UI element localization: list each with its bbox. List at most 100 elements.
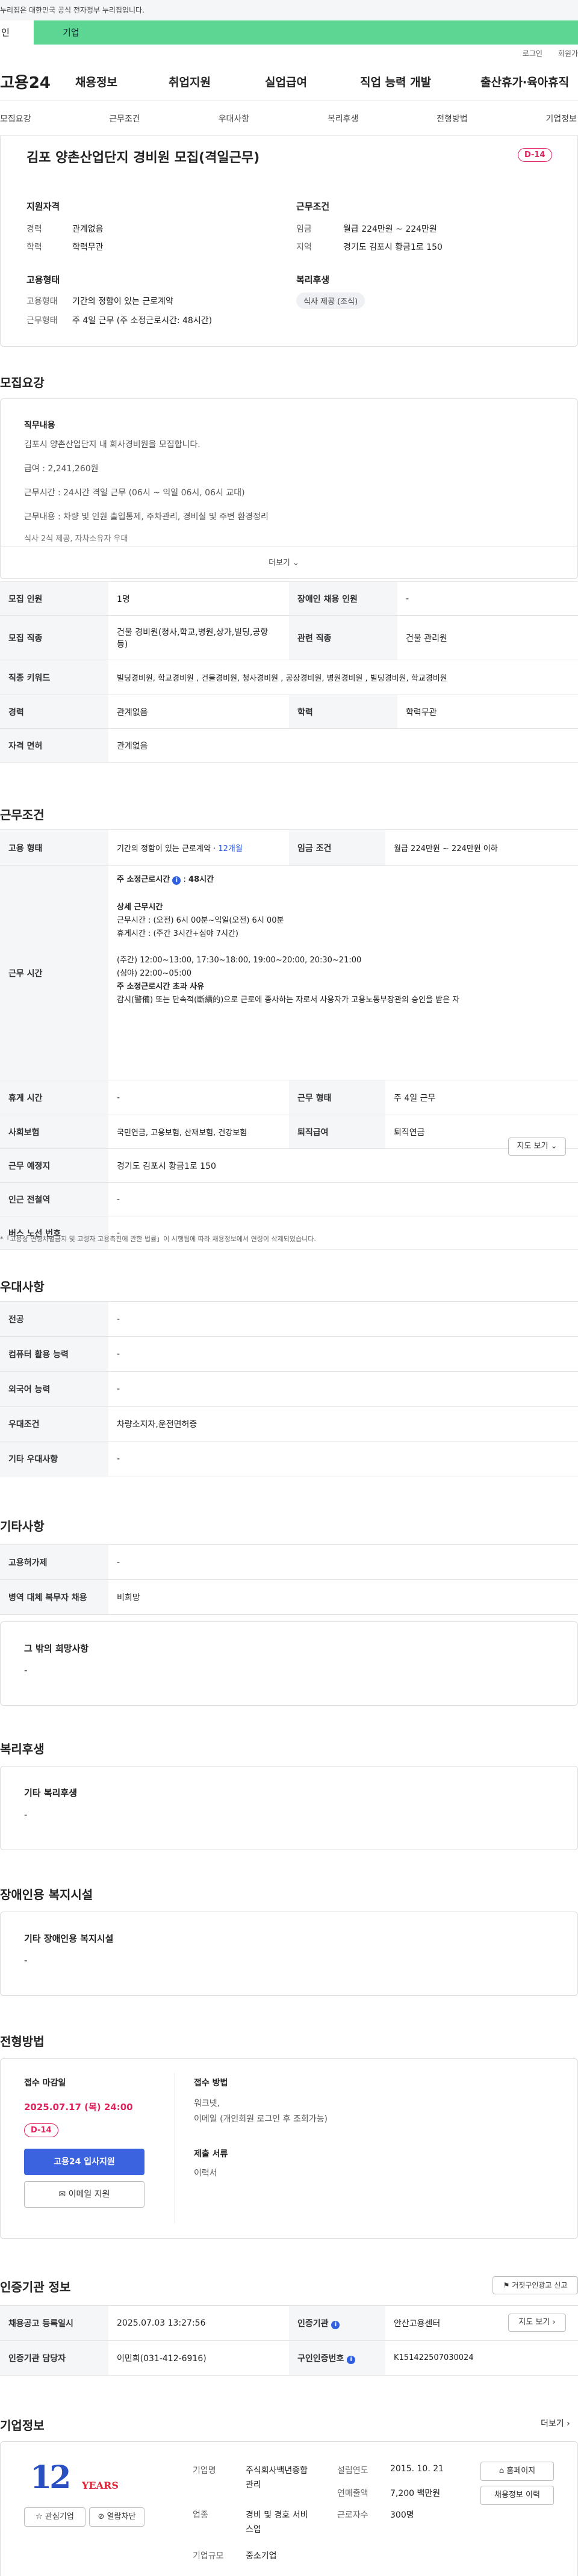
docs-heading: 제출 서류 [194,2149,228,2159]
tab-company[interactable]: 기업 [34,20,578,45]
company-size-label: 기업규모 [193,2551,224,2561]
block-company-button[interactable]: ⊘ 열람차단 [89,2507,144,2527]
th: 관련 직종 [289,615,397,660]
etc-heading: 기타사항 [0,1519,45,1534]
welfare-tag: 식사 제공 (조식) [296,293,365,309]
td: 건물 경비원(청사,학교,병원,상가,빌딩,공항 등) [108,615,289,660]
td: - [108,1080,289,1115]
job-history-button[interactable]: 채용정보 이력 [480,2486,554,2505]
th: 휴게 시간 [0,1080,108,1115]
td: 관계없음 [108,695,289,729]
th: 병역 대체 복무자 채용 [0,1579,108,1615]
emp-heading: 고용형태 [26,274,60,285]
tab-selection[interactable]: 전형방법 [437,113,468,125]
email-apply-button[interactable]: ✉ 이메일 지원 [24,2181,144,2208]
company-est-label: 설립연도 [337,2466,368,2475]
td: 이민희(031-412-6916) [108,2340,289,2376]
report-button[interactable]: ⚑ 거짓구인광고 신고 [493,2276,578,2294]
company-emp-value: 300명 [390,2510,414,2520]
th: 학력 [289,695,397,729]
nav-employment-support[interactable]: 취업지원 [169,73,265,90]
etc-table: 고용허가제 - 병역 대체 복무자 채용 비희망 [0,1544,578,1615]
docs-value: 이력서 [194,2169,217,2178]
section-tabs: 모집요강 근무조건 우대사항 복리후생 전형방법 기업정보 [0,101,578,136]
th: 인증기관 담당자 [0,2340,108,2376]
info-icon: i [347,2355,356,2364]
welfare-section-heading: 복리후생 [0,1742,45,1756]
nav-unemployment[interactable]: 실업급여 [265,73,360,90]
cert-map-button[interactable]: 지도 보기 › [508,2314,566,2332]
gov-notice-bar: 누리집은 대한민국 공식 전자정부 누리집입니다. [0,0,578,20]
qual-edu: 학력 학력무관 [26,243,104,252]
homepage-button[interactable]: ⌂ 홈페이지 [480,2462,554,2481]
deadline-value: 2025.07.17 (목) 24:00 [24,2102,133,2113]
th: 장애인 채용 인원 [289,581,397,616]
login-link[interactable]: 로그인 [523,49,542,58]
tab-workcond[interactable]: 근무조건 [109,113,140,125]
qual-heading: 지원자격 [26,201,60,212]
td: - [108,1301,578,1337]
th: 직종 키워드 [0,660,108,695]
td: 건물 관리원 [397,615,578,660]
td: - [108,1441,578,1476]
apply-button[interactable]: 고용24 입사지원 [24,2149,144,2175]
td: 차량소지자,운전면허증 [108,1406,578,1441]
td: 비희망 [108,1579,578,1615]
tab-company[interactable]: 기업정보 [545,113,577,125]
th: 경력 [0,695,108,729]
more-button[interactable]: 더보기 ⌄ [269,556,299,568]
hours-detail: 주 소정근로시간 i : 48시간 상세 근무시간 근무시간 : (오전) 6시… [108,865,578,1080]
star-icon: ☆ [36,2512,43,2521]
company-more-link[interactable]: 더보기 › [541,2417,570,2429]
tab-welfare[interactable]: 복리후생 [328,113,359,125]
th: 채용공고 등록일시 [0,2305,108,2341]
welfare-box-value: - [24,1809,28,1820]
th: 전공 [0,1301,108,1337]
welfare-box-heading: 기타 복리후생 [24,1788,78,1798]
company-industry-label: 업종 [193,2510,208,2520]
etc-wish-box [0,1621,578,1706]
th: 모집 인원 [0,581,108,616]
company-size-value: 중소기업 [246,2551,277,2561]
chevron-down-icon: ⌄ [293,559,299,568]
tab-personal[interactable]: 인 [0,20,34,45]
td: 주 4일 근무 [385,1080,578,1115]
recruit-table: 모집 인원 1명 장애인 채용 인원 - 모집 직종 건물 경비원(청사,학교,병원,상… [0,581,578,763]
td: 2025.07.03 13:27:56 [108,2305,289,2341]
duty-line-2: 급여 : 2,241,260원 [24,464,99,474]
td: K151422507030024 [385,2340,578,2376]
block-icon: ⊘ [98,2512,105,2521]
company-logo: 12 YEARS [30,2459,119,2496]
method-value-1: 워크넷, [194,2099,220,2108]
cond-heading: 근무조건 [296,201,330,212]
company-name-value: 주식회사백년종합 관리 [246,2466,308,2490]
map-button[interactable]: 지도 보기 ⌄ [508,1138,566,1156]
method-heading: 접수 방법 [194,2078,228,2088]
td: 관계없음 [108,728,578,763]
nav-jobs[interactable]: 채용정보 [75,73,169,90]
cert-table: 채용공고 등록일시 2025.07.03 13:27:56 인증기관 i 안산고용센터… [0,2305,578,2376]
nav-training[interactable]: 직업 능력 개발 [360,73,480,90]
th: 인근 전철역 [0,1182,108,1216]
fav-company-button[interactable]: ☆ 관심기업 [24,2507,85,2527]
company-sales-value: 7,200 백만원 [390,2489,441,2498]
duty-heading: 직무내용 [24,421,55,430]
th: 외국어 능력 [0,1371,108,1407]
company-est-value: 2015. 10. 21 [390,2464,444,2474]
td: - [397,581,578,616]
main-nav: 고용24 채용정보 취업지원 실업급여 직업 능력 개발 출산휴가·육아휴직 [0,63,578,101]
disability-box [0,1912,578,1996]
mail-icon: ✉ [58,2190,66,2199]
td: 1명 [108,581,289,616]
join-link[interactable]: 회원가 [558,49,578,58]
tab-recruit[interactable]: 모집요강 [0,113,31,125]
flag-icon: ⚑ [503,2281,510,2290]
nav-leave[interactable]: 출산휴가·육아휴직 [480,73,569,90]
th: 고용허가제 [0,1544,108,1580]
site-logo[interactable]: 고용24 [0,70,75,93]
util-links: 로그인 회원가 [0,45,578,63]
etc-wish-heading: 그 밖의 희망사항 [24,1643,89,1654]
tab-pref[interactable]: 우대사항 [219,113,250,125]
deadline-heading: 접수 마감일 [24,2078,66,2088]
recruit-heading: 모집요강 [0,376,45,390]
